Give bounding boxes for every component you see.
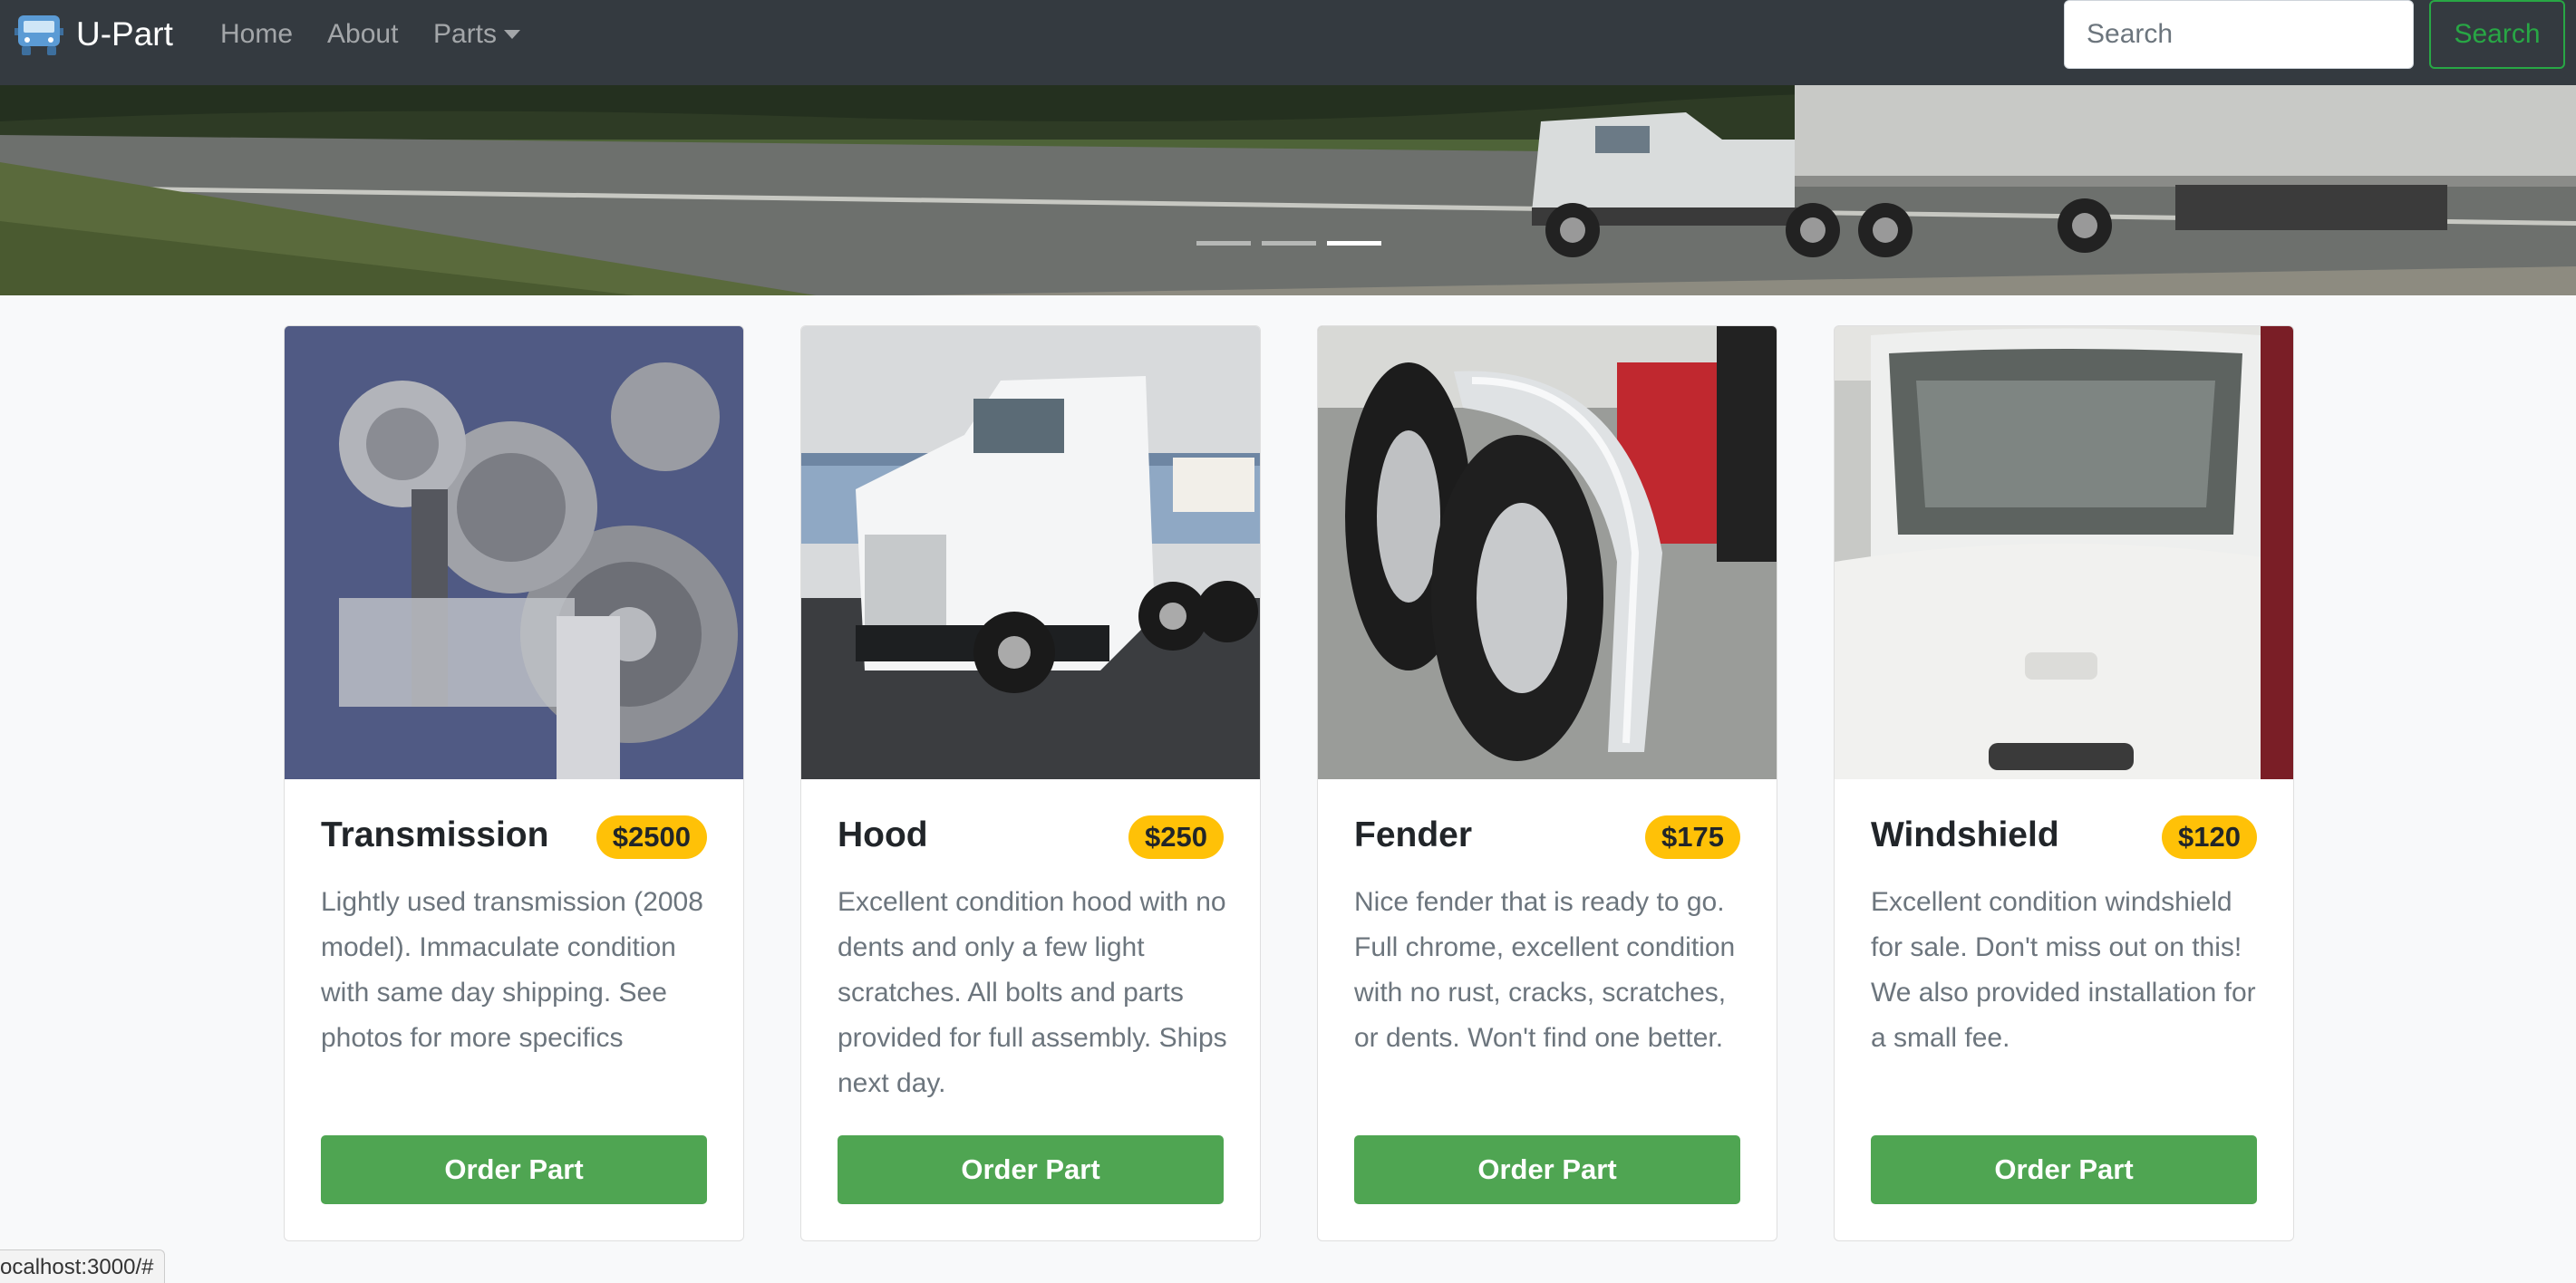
truck-logo-icon	[15, 15, 63, 55]
windshield-image	[1835, 326, 2293, 779]
card-description: Excellent condition hood with no dents a…	[838, 887, 1227, 1098]
card-title: Hood	[838, 815, 928, 854]
price-badge: $2500	[596, 815, 707, 859]
search-input[interactable]	[2064, 0, 2414, 69]
carousel-truck-image	[0, 85, 2576, 295]
price-badge: $120	[2162, 815, 2257, 859]
transmission-image	[285, 326, 743, 779]
carousel-indicators	[1196, 241, 1381, 246]
card-title: Transmission	[321, 815, 549, 854]
order-part-button[interactable]: Order Part	[1354, 1135, 1740, 1204]
nav-about[interactable]: About	[327, 16, 398, 53]
brand-name: U-Part	[76, 15, 173, 53]
navbar: U-Part Home About Parts Search	[0, 0, 2576, 85]
part-card-fender: Fender $175 Nice fender that is ready to…	[1317, 325, 1777, 1241]
nav-parts-dropdown[interactable]: Parts	[433, 16, 521, 53]
price-badge: $175	[1645, 815, 1740, 859]
card-title: Fender	[1354, 815, 1473, 854]
caret-down-icon	[504, 30, 521, 39]
search-button[interactable]: Search	[2429, 0, 2565, 69]
carousel-indicator-1[interactable]	[1196, 241, 1251, 246]
card-description: Excellent condition windshield for sale.…	[1871, 887, 2256, 1053]
part-card-hood: Hood $250 Excellent condition hood with …	[800, 325, 1261, 1241]
brand-link[interactable]: U-Part	[13, 7, 173, 62]
order-part-button[interactable]: Order Part	[838, 1135, 1224, 1204]
nav-parts-label: Parts	[433, 19, 498, 49]
status-bar-url: ocalhost:3000/#	[0, 1249, 166, 1283]
card-title: Windshield	[1871, 815, 2059, 854]
carousel-indicator-3[interactable]	[1327, 241, 1381, 246]
order-part-button[interactable]: Order Part	[1871, 1135, 2257, 1204]
carousel-indicator-2[interactable]	[1262, 241, 1316, 246]
price-badge: $250	[1128, 815, 1224, 859]
hood-truck-image	[801, 326, 1260, 779]
card-description: Lightly used transmission (2008 model). …	[321, 887, 703, 1053]
part-card-windshield: Windshield $120 Excellent condition wind…	[1834, 325, 2294, 1241]
nav-home[interactable]: Home	[220, 16, 293, 53]
fender-image	[1318, 326, 1777, 779]
order-part-button[interactable]: Order Part	[321, 1135, 707, 1204]
hero-carousel	[0, 85, 2576, 295]
card-description: Nice fender that is ready to go. Full ch…	[1354, 887, 1736, 1053]
part-card-transmission: Transmission $2500 Lightly used transmis…	[284, 325, 744, 1241]
